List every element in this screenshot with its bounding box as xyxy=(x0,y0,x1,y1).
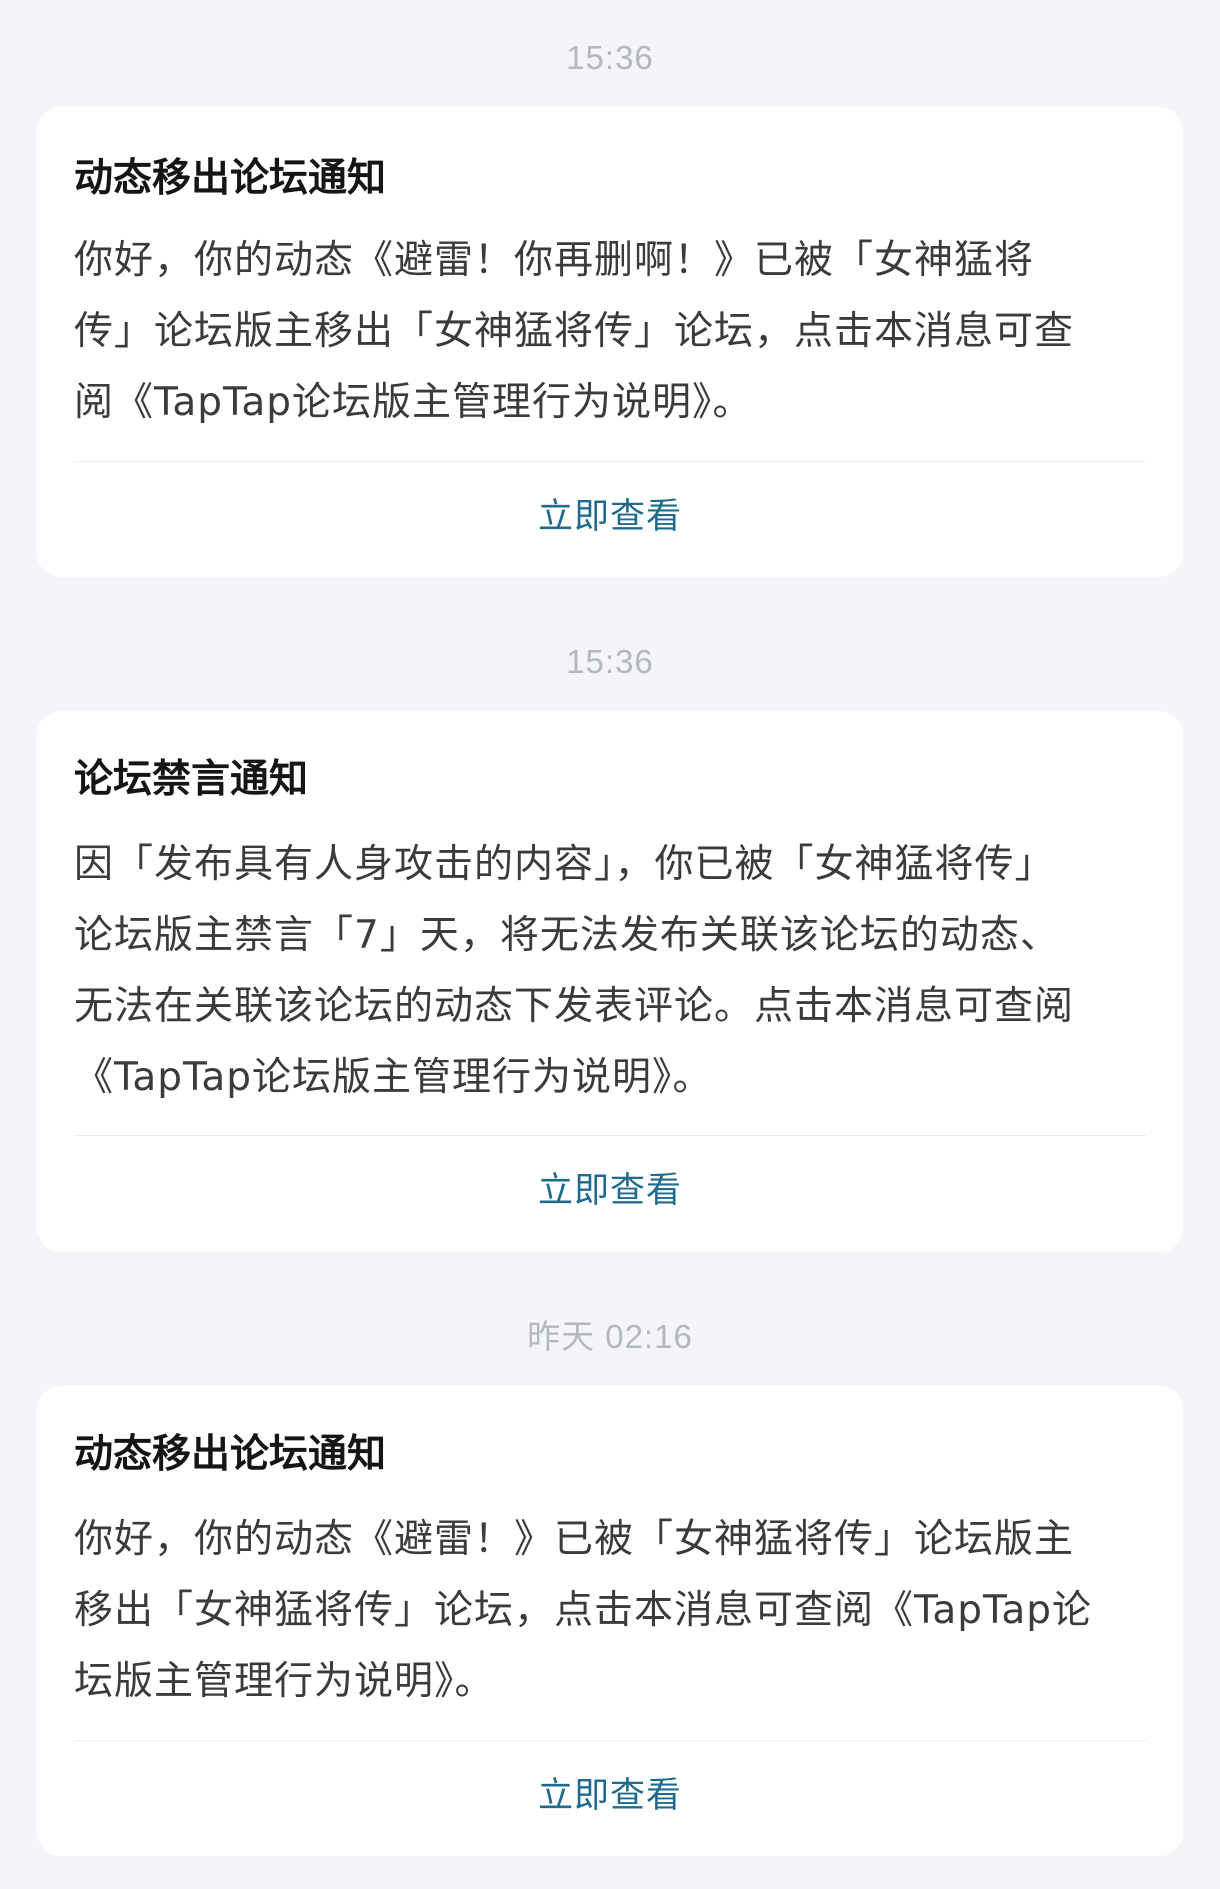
message-timestamp: 15:36 xyxy=(566,643,654,680)
notification-message: 你好，你的动态《避雷！》已被「女神猛将传」论坛版主 移出「女神猛将传」论坛，点击… xyxy=(74,1504,1133,1717)
message-line: 你好，你的动态《避雷！》已被「女神猛将传」论坛版主 xyxy=(74,1517,1075,1562)
view-now-button[interactable]: 立即查看 xyxy=(37,495,1183,539)
message-line: 阅《TapTap论坛版主管理行为说明》。 xyxy=(74,380,753,425)
notification-message: 因「发布具有人身攻击的内容」，你已被「女神猛将传」 论坛版主禁言「7」天，将无法… xyxy=(74,829,1133,1113)
view-now-button[interactable]: 立即查看 xyxy=(37,1169,1183,1213)
message-line: 传」论坛版主移出「女神猛将传」论坛，点击本消息可查 xyxy=(74,309,1075,354)
notification-card[interactable]: 动态移出论坛通知 你好，你的动态《避雷！你再删啊！》已被「女神猛将 传」论坛版主… xyxy=(37,107,1183,577)
notification-card[interactable]: 动态移出论坛通知 你好，你的动态《避雷！》已被「女神猛将传」论坛版主 移出「女神… xyxy=(37,1386,1183,1856)
notification-feed: 15:36 动态移出论坛通知 你好，你的动态《避雷！你再删啊！》已被「女神猛将 … xyxy=(0,0,1220,1889)
message-line: 无法在关联该论坛的动态下发表评论。点击本消息可查阅 xyxy=(74,984,1075,1029)
card-divider xyxy=(74,1740,1146,1741)
message-timestamp: 昨天 02:16 xyxy=(527,1318,693,1355)
message-line: 论坛版主禁言「7」天，将无法发布关联该论坛的动态、 xyxy=(74,913,1060,958)
message-line: 移出「女神猛将传」论坛，点击本消息可查阅《TapTap论 xyxy=(74,1588,1093,1633)
notification-message: 你好，你的动态《避雷！你再删啊！》已被「女神猛将 传」论坛版主移出「女神猛将传」… xyxy=(74,225,1133,438)
notification-card[interactable]: 论坛禁言通知 因「发布具有人身攻击的内容」，你已被「女神猛将传」 论坛版主禁言「… xyxy=(37,711,1183,1252)
message-line: 《TapTap论坛版主管理行为说明》。 xyxy=(74,1055,713,1100)
notification-title: 动态移出论坛通知 xyxy=(74,1432,387,1477)
message-line: 坛版主管理行为说明》。 xyxy=(74,1659,495,1704)
notification-title: 动态移出论坛通知 xyxy=(74,156,387,201)
view-now-button[interactable]: 立即查看 xyxy=(37,1774,1183,1818)
message-line: 因「发布具有人身攻击的内容」，你已被「女神猛将传」 xyxy=(74,842,1055,887)
card-divider xyxy=(74,1135,1146,1136)
message-timestamp: 15:36 xyxy=(566,39,654,76)
card-divider xyxy=(74,461,1146,462)
notification-title: 论坛禁言通知 xyxy=(74,757,309,802)
message-line: 你好，你的动态《避雷！你再删啊！》已被「女神猛将 xyxy=(74,238,1035,283)
